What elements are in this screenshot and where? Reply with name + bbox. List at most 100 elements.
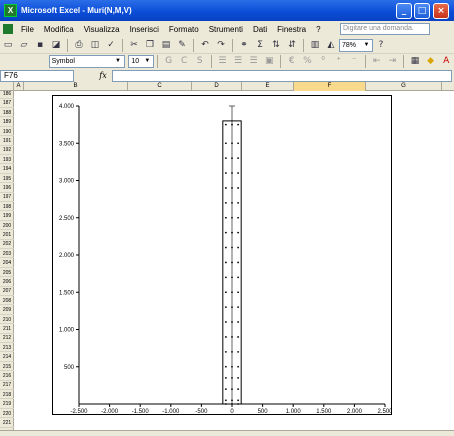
chart-wizard-icon[interactable]: ▥ [308, 38, 322, 52]
row-header[interactable]: 221 [0, 420, 14, 428]
row-header[interactable]: 218 [0, 392, 14, 400]
column-header-f[interactable]: F [294, 82, 366, 91]
row-header[interactable]: 219 [0, 401, 14, 409]
paste-icon[interactable]: ▤ [159, 38, 173, 52]
undo-icon[interactable]: ↶ [198, 38, 212, 52]
row-header[interactable]: 214 [0, 354, 14, 362]
row-header[interactable]: 204 [0, 260, 14, 268]
column-header-b[interactable]: B [24, 82, 128, 91]
menu-help[interactable]: ? [311, 25, 325, 34]
font-size-combo[interactable]: 10 ▼ [128, 54, 154, 68]
row-header[interactable]: 201 [0, 232, 14, 240]
menu-strumenti[interactable]: Strumenti [204, 25, 248, 34]
row-header[interactable]: 187 [0, 100, 14, 108]
row-header[interactable]: 212 [0, 335, 14, 343]
row-header[interactable]: 199 [0, 213, 14, 221]
workbook-icon[interactable] [3, 24, 13, 34]
row-header[interactable]: 206 [0, 279, 14, 287]
thousands-icon[interactable]: ⁰ [316, 54, 330, 68]
font-color-icon[interactable]: A [439, 54, 453, 68]
menu-finestra[interactable]: Finestra [272, 25, 311, 34]
menu-dati[interactable]: Dati [248, 25, 272, 34]
autosum-icon[interactable]: Σ [253, 38, 267, 52]
fill-color-icon[interactable]: ◆ [424, 54, 438, 68]
merge-center-icon[interactable]: ▣ [262, 54, 276, 68]
formula-input[interactable] [112, 69, 452, 82]
close-button[interactable]: × [433, 3, 449, 19]
align-left-icon[interactable]: ☰ [216, 54, 230, 68]
row-header[interactable]: 191 [0, 138, 14, 146]
menu-inserisci[interactable]: Inserisci [125, 25, 164, 34]
column-header-a[interactable]: A [14, 82, 24, 91]
row-header[interactable]: 208 [0, 298, 14, 306]
borders-icon[interactable]: ▦ [408, 54, 422, 68]
row-header[interactable]: 210 [0, 317, 14, 325]
column-header-g[interactable]: G [366, 82, 442, 91]
align-right-icon[interactable]: ☰ [247, 54, 261, 68]
drawing-icon[interactable]: ◭ [324, 38, 338, 52]
column-header-c[interactable]: C [128, 82, 192, 91]
row-header[interactable]: 220 [0, 411, 14, 419]
row-header[interactable]: 195 [0, 176, 14, 184]
bold-icon[interactable]: G [162, 54, 176, 68]
spelling-icon[interactable]: ✓ [104, 38, 118, 52]
sort-descending-icon[interactable]: ⇵ [285, 38, 299, 52]
title-bar[interactable]: X Microsoft Excel - Muri(N,M,V) _ □ × [0, 0, 454, 21]
align-center-icon[interactable]: ☰ [231, 54, 245, 68]
permission-icon[interactable]: ◪ [49, 38, 63, 52]
row-header[interactable]: 209 [0, 307, 14, 315]
name-box[interactable]: F76 [0, 69, 74, 82]
increase-decimal-icon[interactable]: ⁺ [332, 54, 346, 68]
open-icon[interactable]: ▱ [17, 38, 31, 52]
row-header[interactable]: 217 [0, 382, 14, 390]
row-header[interactable]: 186 [0, 91, 14, 99]
row-header[interactable]: 193 [0, 157, 14, 165]
format-painter-icon[interactable]: ✎ [175, 38, 189, 52]
row-header[interactable]: 215 [0, 364, 14, 372]
row-header[interactable]: 211 [0, 326, 14, 334]
hyperlink-icon[interactable]: ⚭ [237, 38, 251, 52]
menu-modifica[interactable]: Modifica [39, 25, 79, 34]
new-icon[interactable]: ▭ [1, 38, 15, 52]
decrease-indent-icon[interactable]: ⇤ [370, 54, 384, 68]
cut-icon[interactable]: ✂ [127, 38, 141, 52]
row-header[interactable]: 192 [0, 147, 14, 155]
maximize-button[interactable]: □ [414, 3, 430, 19]
help-icon[interactable]: ? [374, 38, 388, 52]
row-header[interactable]: 197 [0, 194, 14, 202]
row-header[interactable]: 203 [0, 251, 14, 259]
column-header-d[interactable]: D [192, 82, 242, 91]
increase-indent-icon[interactable]: ⇥ [386, 54, 400, 68]
row-header[interactable]: 207 [0, 288, 14, 296]
help-question-input[interactable]: Digitare una domanda. [340, 23, 430, 35]
row-header[interactable]: 190 [0, 129, 14, 137]
underline-icon[interactable]: S [193, 54, 207, 68]
print-preview-icon[interactable]: ◫ [88, 38, 102, 52]
row-header[interactable]: 200 [0, 223, 14, 231]
row-header[interactable]: 216 [0, 373, 14, 381]
chart-area[interactable]: -2.500 -2.000 -1.500 -1.000 -500 0 500 1.000 1.5… [52, 95, 393, 415]
sort-ascending-icon[interactable]: ⇅ [269, 38, 283, 52]
chevron-down-icon[interactable]: ▼ [362, 41, 371, 50]
fx-icon[interactable]: fx [94, 71, 112, 80]
row-header[interactable]: 196 [0, 185, 14, 193]
copy-icon[interactable]: ❐ [143, 38, 157, 52]
excel-app-icon[interactable]: X [4, 4, 17, 17]
decrease-decimal-icon[interactable]: ⁻ [347, 54, 361, 68]
row-header[interactable]: 213 [0, 345, 14, 353]
zoom-combo[interactable]: 78% ▼ [339, 38, 373, 52]
print-icon[interactable]: ⎙ [72, 38, 86, 52]
minimize-button[interactable]: _ [396, 3, 412, 19]
row-header[interactable]: 188 [0, 110, 14, 118]
currency-icon[interactable]: € [285, 54, 299, 68]
save-icon[interactable]: ▪ [33, 38, 47, 52]
column-header-e[interactable]: E [242, 82, 294, 91]
row-header[interactable]: 198 [0, 204, 14, 212]
row-header[interactable]: 202 [0, 241, 14, 249]
chevron-down-icon[interactable]: ▼ [114, 57, 123, 66]
percent-icon[interactable]: % [301, 54, 315, 68]
select-all-corner[interactable] [0, 82, 14, 91]
redo-icon[interactable]: ↷ [214, 38, 228, 52]
italic-icon[interactable]: C [177, 54, 191, 68]
menu-visualizza[interactable]: Visualizza [79, 25, 125, 34]
